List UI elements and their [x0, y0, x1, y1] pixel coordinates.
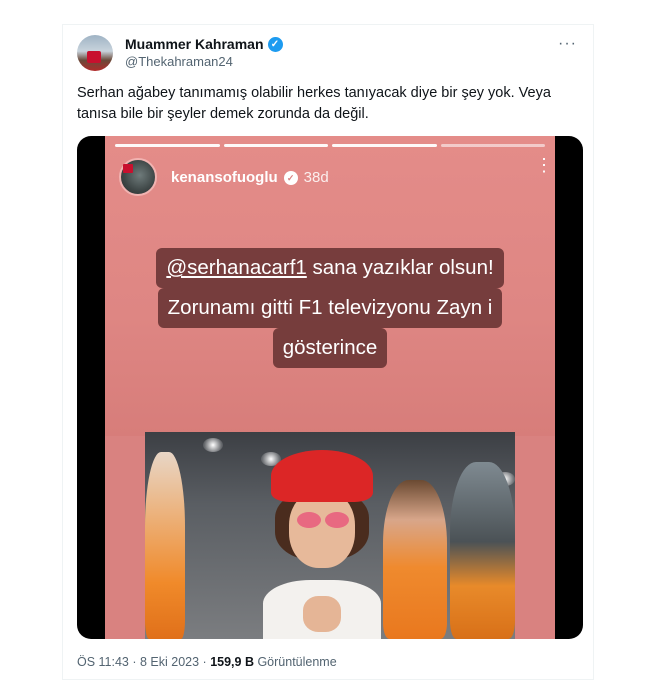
caption-line-2: Zorunamı gitti F1 televizyonu Zayn i [157, 288, 503, 328]
caption-line-1: @serhanacarf1 sana yazıklar olsun! [156, 248, 504, 288]
author-avatar[interactable] [77, 35, 113, 71]
tweet-text: Serhan ağabey tanımamış olabilir herkes … [77, 85, 551, 122]
caption-line-1-text: sana yazıklar olsun! [306, 256, 494, 279]
author-name-row: Muammer Kahraman ✓ [125, 36, 283, 52]
tweet-footer: ÖS 11:43 · 8 Eki 2023 · 159,9 B Görüntül… [77, 655, 337, 669]
spectator-right [383, 480, 447, 639]
story-caption: @serhanacarf1 sana yazıklar olsun! Zorun… [105, 248, 555, 368]
story-screenshot: kenansofuoglu ✓ 38d ⋮ @serhanacarf1 sana… [105, 136, 555, 639]
author-handle[interactable]: @Thekahraman24 [125, 54, 233, 69]
author-name[interactable]: Muammer Kahraman [125, 36, 264, 52]
tweet-header: Muammer Kahraman ✓ @Thekahraman24 ··· [77, 35, 581, 79]
story-progress-bar [115, 144, 545, 147]
caption-mention: @serhanacarf1 [166, 256, 307, 279]
story-time: 38d [303, 169, 329, 186]
story-user-row: kenansofuoglu ✓ 38d [171, 169, 329, 186]
red-hat [271, 450, 373, 502]
story-more-icon: ⋮ [535, 156, 553, 174]
spectator-left [145, 452, 185, 639]
flag-icon [87, 51, 101, 63]
tweet-time[interactable]: ÖS 11:43 [77, 655, 129, 669]
tweet-date[interactable]: 8 Eki 2023 [140, 655, 199, 669]
views-label: Görüntülenme [257, 655, 337, 669]
caption-line-3: gösterince [272, 328, 388, 368]
verified-badge-icon: ✓ [267, 36, 283, 52]
tweet-media[interactable]: kenansofuoglu ✓ 38d ⋮ @serhanacarf1 sana… [77, 136, 583, 639]
more-options-icon[interactable]: ··· [558, 35, 577, 53]
spectator-far-right [450, 462, 515, 639]
child-in-red-hat [263, 450, 381, 639]
story-video-frame [145, 432, 515, 639]
stadium-light [203, 438, 223, 452]
pink-glasses [297, 512, 321, 528]
views-count: 159,9 B [210, 655, 254, 669]
story-avatar [119, 158, 157, 196]
story-username: kenansofuoglu [171, 169, 278, 186]
flag-icon [123, 164, 133, 173]
pink-glasses [325, 512, 349, 528]
tweet-card: Muammer Kahraman ✓ @Thekahraman24 ··· Se… [62, 24, 594, 680]
story-verified-icon: ✓ [283, 170, 298, 185]
